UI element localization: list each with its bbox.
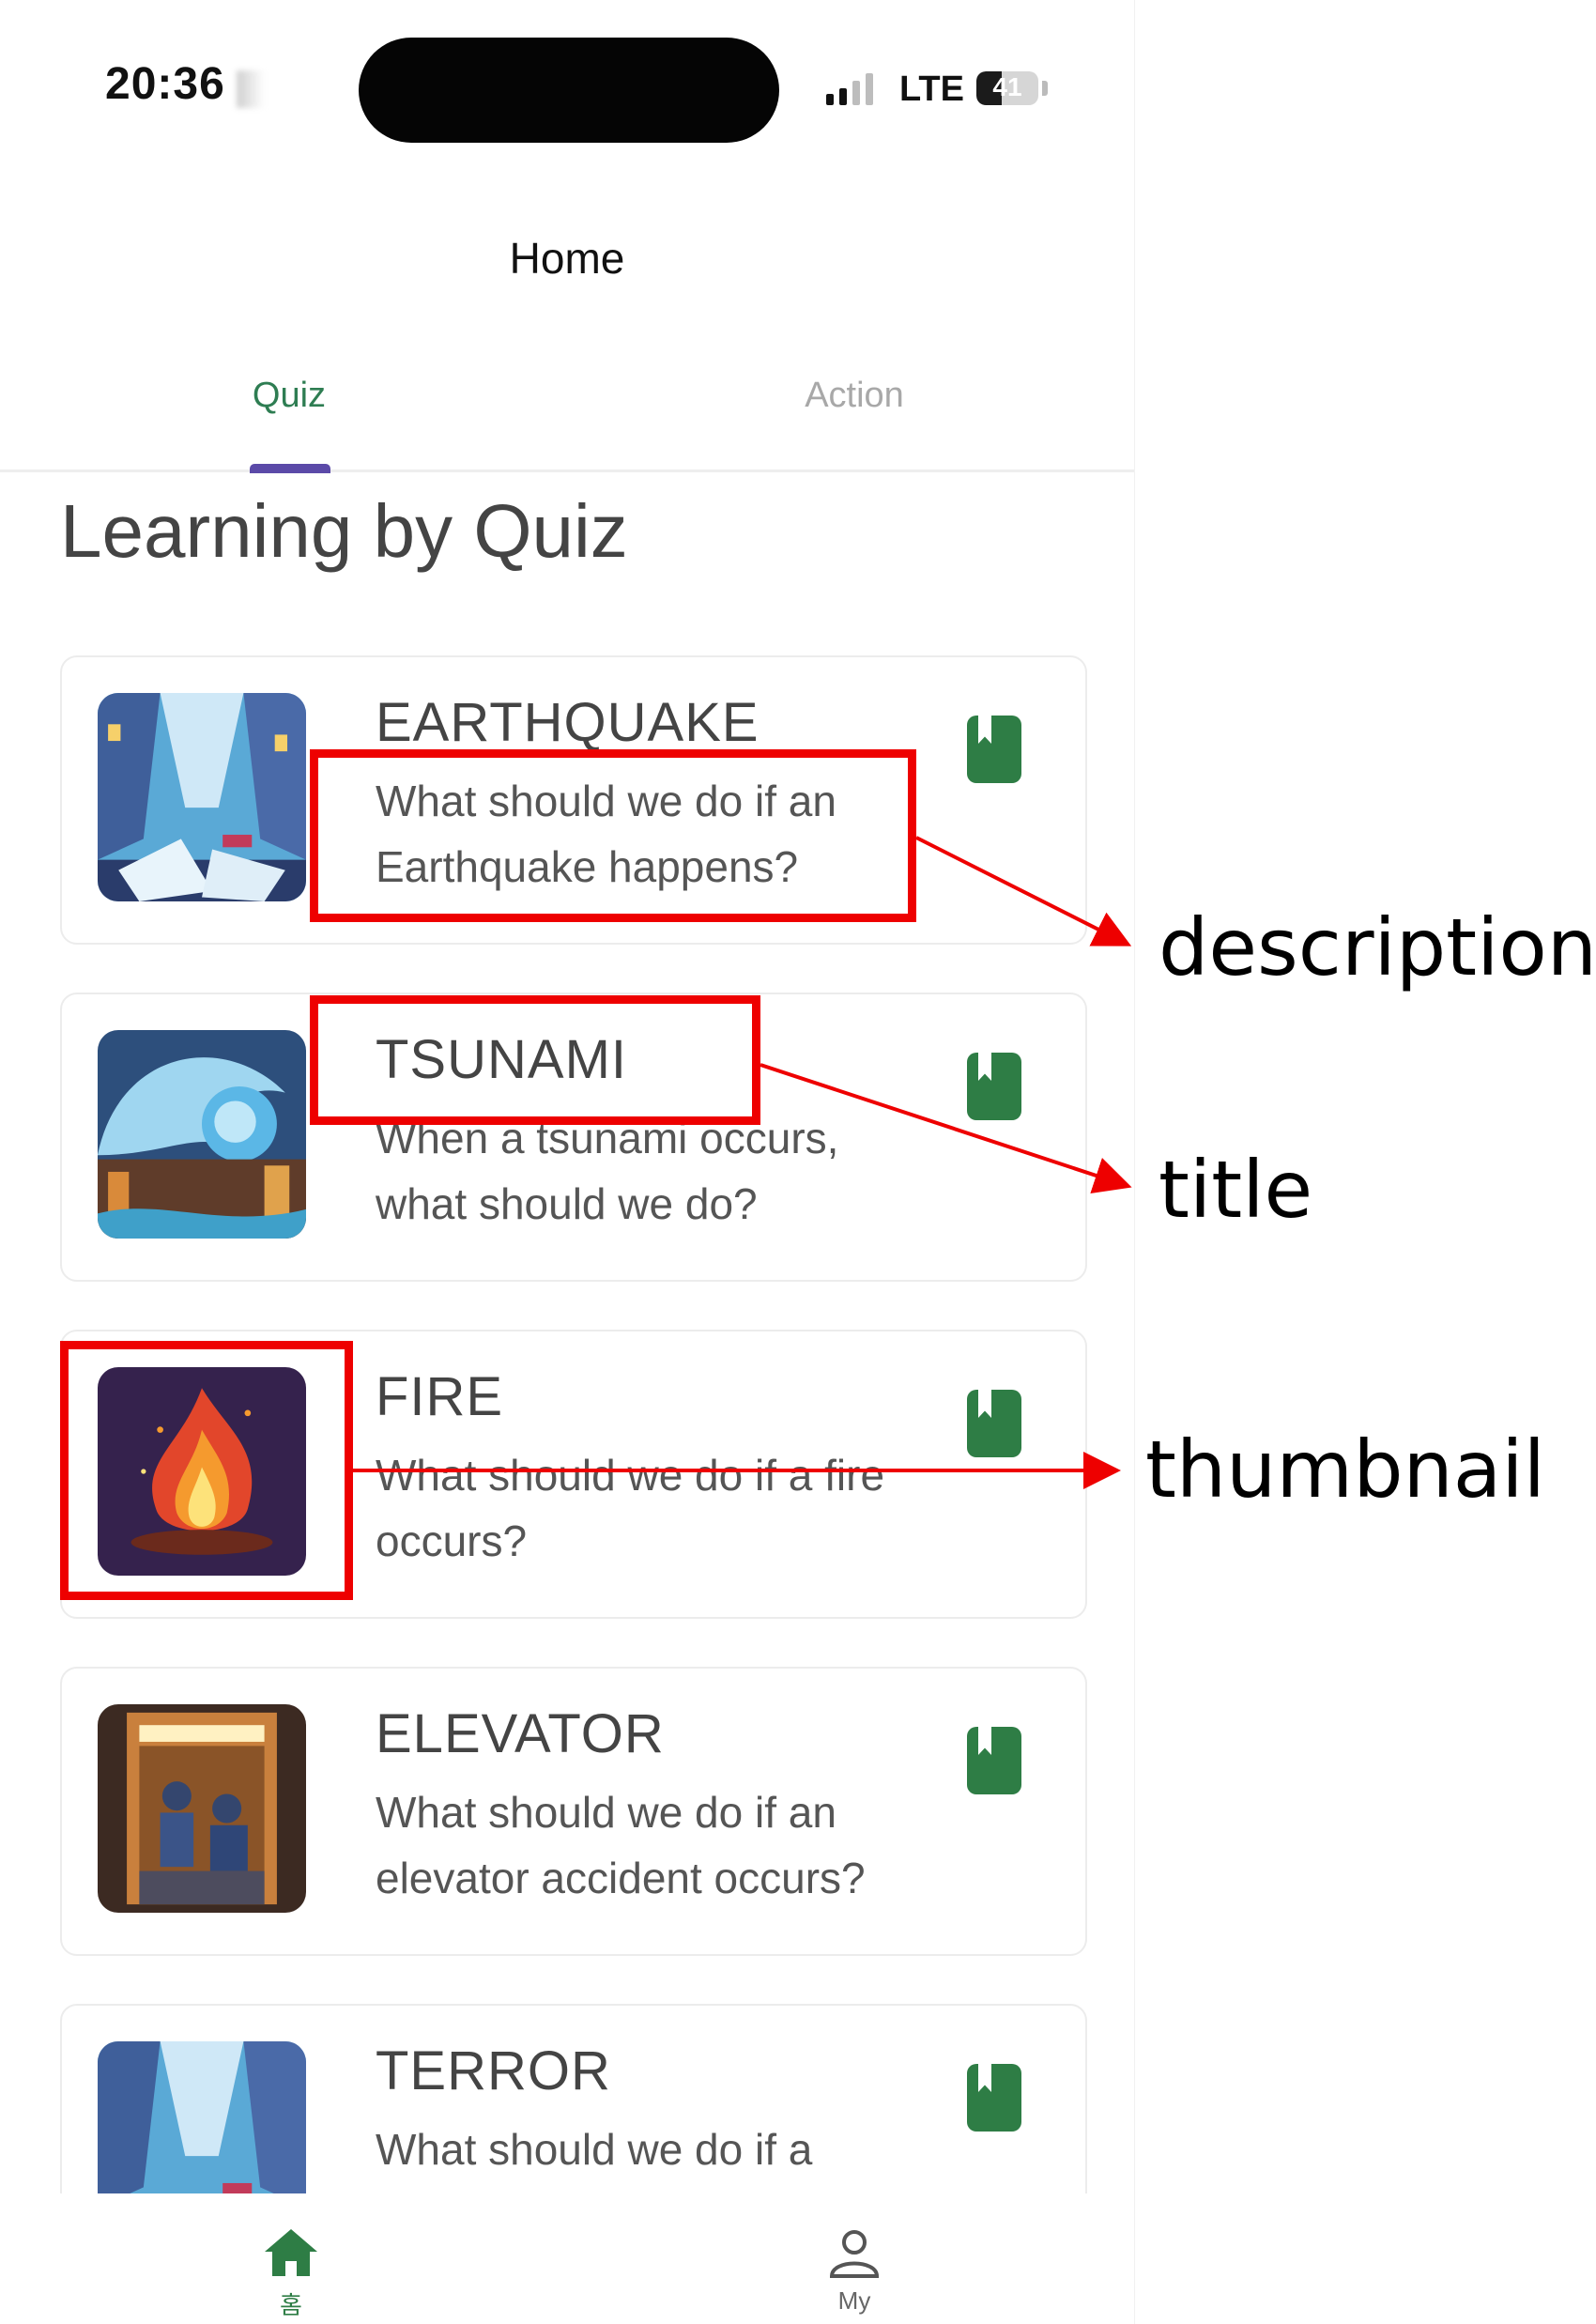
- card-description: What should we do if a fire occurs?: [376, 1451, 885, 1565]
- tab-quiz[interactable]: Quiz: [148, 376, 430, 416]
- network-label: LTE: [899, 69, 964, 109]
- quiz-card-elevator[interactable]: ELEVATOR What should we do if an elevato…: [60, 1667, 1087, 1956]
- card-description: What should we do if a: [376, 2125, 813, 2174]
- annotation-box-thumbnail: [60, 1341, 353, 1600]
- tab-indicator: [250, 464, 330, 473]
- bottom-nav: 홈 My: [0, 2193, 1134, 2324]
- page-title: Home: [509, 234, 625, 283]
- card-description: When a tsunami occurs, what should we do…: [376, 1114, 839, 1228]
- nav-home-label: 홈: [280, 2291, 302, 2319]
- card-title: ELEVATOR: [376, 1703, 665, 1764]
- bookmark-icon[interactable]: [967, 1390, 1021, 1457]
- thumbnail-tsunami: [98, 1030, 306, 1239]
- battery-level: 41: [992, 72, 1022, 101]
- bookmark-icon[interactable]: [967, 1053, 1021, 1120]
- section-title: Learning by Quiz: [60, 489, 628, 573]
- bookmark-icon[interactable]: [967, 2064, 1021, 2132]
- nav-my[interactable]: My: [798, 2227, 911, 2316]
- phone-screen: 20:36 LTE 41 Home Quiz Action Learning b…: [0, 0, 1135, 2324]
- thumbnail-elevator: [98, 1704, 306, 1913]
- status-time: 20:36: [105, 59, 225, 109]
- card-title: EARTHQUAKE: [376, 692, 760, 753]
- thumbnail-earthquake: [98, 693, 306, 901]
- bookmark-icon[interactable]: [967, 1727, 1021, 1794]
- card-description: What should we do if an elevator acciden…: [376, 1788, 866, 1902]
- status-time-blur: [237, 70, 265, 108]
- annotation-label-thumbnail: thumbnail: [1145, 1424, 1545, 1516]
- card-title: TERROR: [376, 2040, 611, 2101]
- tab-action[interactable]: Action: [714, 376, 995, 416]
- annotation-label-description: description: [1159, 901, 1596, 993]
- card-title: FIRE: [376, 1366, 504, 1427]
- dynamic-island: [359, 38, 779, 143]
- signal-icon: [826, 71, 882, 105]
- annotation-box-description: [310, 749, 916, 922]
- annotation-label-title: title: [1159, 1144, 1313, 1236]
- nav-my-label: My: [837, 2286, 871, 2315]
- battery-icon: 41: [976, 71, 1038, 105]
- battery-tip: [1042, 81, 1048, 96]
- bookmark-icon[interactable]: [967, 716, 1021, 783]
- nav-home[interactable]: 홈: [235, 2227, 347, 2321]
- person-icon: [829, 2230, 880, 2278]
- home-icon: [265, 2229, 317, 2276]
- annotation-box-title: [310, 995, 760, 1125]
- tab-divider: [0, 469, 1134, 472]
